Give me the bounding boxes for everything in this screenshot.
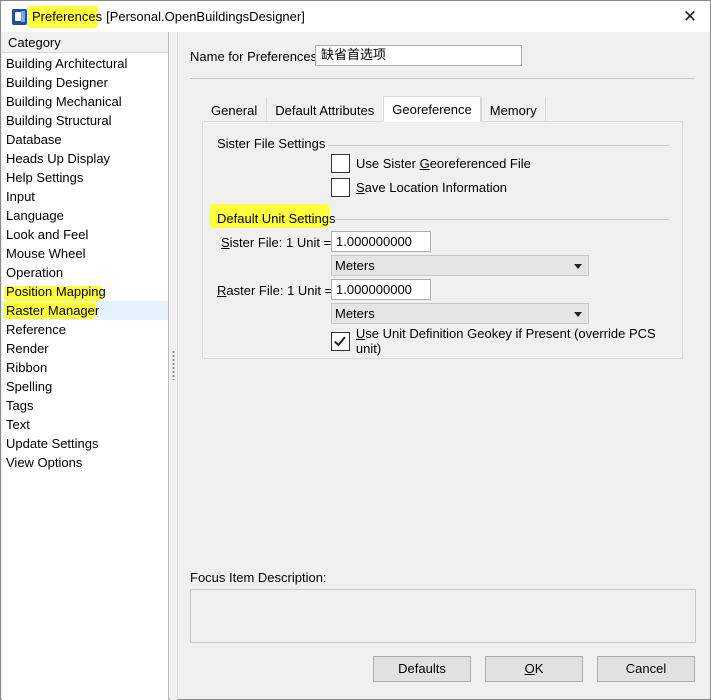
ok-button[interactable]: OK bbox=[485, 656, 583, 682]
save-location-label: Save Location Information bbox=[356, 180, 508, 195]
category-item-building-architectural[interactable]: Building Architectural bbox=[2, 54, 168, 73]
category-item-building-mechanical[interactable]: Building Mechanical bbox=[2, 92, 168, 111]
category-item-ribbon[interactable]: Ribbon bbox=[2, 358, 168, 377]
sister-units-value: Meters bbox=[335, 258, 375, 273]
app-icon bbox=[12, 9, 27, 25]
save-location-checkbox[interactable] bbox=[331, 178, 350, 197]
sister-file-settings-title: Sister File Settings bbox=[217, 136, 326, 151]
name-for-preferences-label: Name for Preferences: bbox=[190, 49, 321, 64]
category-panel: Category Building Architectural Building… bbox=[2, 32, 169, 700]
chevron-down-icon bbox=[574, 264, 582, 269]
tab-georeference[interactable]: Georeference bbox=[383, 96, 481, 122]
raster-units-value: Meters bbox=[335, 306, 375, 321]
category-item-tags[interactable]: Tags bbox=[2, 396, 168, 415]
defaults-button[interactable]: Defaults bbox=[373, 656, 471, 682]
sister-units-dropdown[interactable]: Meters bbox=[331, 255, 589, 276]
category-item-look-and-feel[interactable]: Look and Feel bbox=[2, 225, 168, 244]
category-item-building-designer[interactable]: Building Designer bbox=[2, 73, 168, 92]
tab-default-attributes[interactable]: Default Attributes bbox=[266, 97, 384, 122]
cancel-button[interactable]: Cancel bbox=[597, 656, 695, 682]
georeference-panel: Sister File Settings Use Sister Georefer… bbox=[202, 121, 683, 359]
category-header[interactable]: Category bbox=[2, 32, 168, 53]
raster-file-unit-label: Raster File: 1 Unit = bbox=[217, 283, 333, 298]
preferences-content: Name for Preferences: 缺省首选项 General Defa… bbox=[179, 32, 710, 700]
category-item-position-mapping[interactable]: Position Mapping bbox=[2, 282, 168, 301]
category-item-raster-manager[interactable]: Raster Manager bbox=[2, 301, 168, 320]
preferences-dialog: Preferences [Personal.OpenBuildingsDesign… bbox=[0, 0, 711, 700]
category-item-help-settings[interactable]: Help Settings bbox=[2, 168, 168, 187]
category-item-mouse-wheel[interactable]: Mouse Wheel bbox=[2, 244, 168, 263]
category-item-database[interactable]: Database bbox=[2, 130, 168, 149]
splitter-grip-icon bbox=[172, 350, 175, 380]
group-divider bbox=[335, 219, 669, 220]
category-item-operation[interactable]: Operation bbox=[2, 263, 168, 282]
focus-item-description-label: Focus Item Description: bbox=[190, 570, 327, 585]
panel-splitter[interactable] bbox=[170, 32, 178, 700]
raster-file-unit-input[interactable]: 1.000000000 bbox=[331, 279, 431, 300]
raster-units-dropdown[interactable]: Meters bbox=[331, 303, 589, 324]
use-geokey-checkbox[interactable] bbox=[331, 331, 350, 351]
separator bbox=[190, 78, 695, 79]
tab-general[interactable]: General bbox=[202, 97, 267, 122]
category-item-heads-up-display[interactable]: Heads Up Display bbox=[2, 149, 168, 168]
sister-file-unit-input[interactable]: 1.000000000 bbox=[331, 231, 431, 252]
category-item-reference[interactable]: Reference bbox=[2, 320, 168, 339]
category-item-language[interactable]: Language bbox=[2, 206, 168, 225]
chevron-down-icon bbox=[574, 312, 582, 317]
use-sister-georeferenced-checkbox[interactable] bbox=[331, 154, 350, 173]
group-divider bbox=[328, 145, 669, 146]
category-item-text[interactable]: Text bbox=[2, 415, 168, 434]
name-for-preferences-input[interactable]: 缺省首选项 bbox=[315, 45, 522, 66]
category-item-update-settings[interactable]: Update Settings bbox=[2, 434, 168, 453]
window-title-profile: [Personal.OpenBuildingsDesigner] bbox=[106, 9, 305, 24]
category-item-building-structural[interactable]: Building Structural bbox=[2, 111, 168, 130]
use-geokey-row[interactable]: Use Unit Definition Geokey if Present (o… bbox=[331, 326, 682, 356]
use-geokey-label: Use Unit Definition Geokey if Present (o… bbox=[355, 326, 656, 356]
use-sister-georeferenced-row[interactable]: Use Sister Georeferenced File bbox=[331, 154, 531, 173]
tab-memory[interactable]: Memory bbox=[480, 97, 546, 122]
category-item-input[interactable]: Input bbox=[2, 187, 168, 206]
close-icon: ✕ bbox=[682, 7, 698, 26]
category-item-render[interactable]: Render bbox=[2, 339, 168, 358]
save-location-row[interactable]: Save Location Information bbox=[331, 178, 507, 197]
category-item-spelling[interactable]: Spelling bbox=[2, 377, 168, 396]
focus-item-description-box bbox=[190, 589, 696, 643]
window-title-main: Preferences bbox=[32, 9, 103, 24]
close-button[interactable]: ✕ bbox=[680, 7, 700, 27]
title-bar: Preferences [Personal.OpenBuildingsDesign… bbox=[1, 1, 710, 32]
checkmark-icon bbox=[334, 333, 347, 346]
category-list: Building Architectural Building Designer… bbox=[2, 54, 168, 472]
window-title: Preferences [Personal.OpenBuildingsDesign… bbox=[32, 9, 305, 24]
sister-file-unit-label: Sister File: 1 Unit = bbox=[221, 235, 332, 250]
use-sister-georeferenced-label: Use Sister Georeferenced File bbox=[356, 156, 531, 171]
default-unit-settings-title: Default Unit Settings bbox=[217, 211, 336, 226]
tab-strip: General Default Attributes Georeference … bbox=[202, 96, 546, 122]
category-item-view-options[interactable]: View Options bbox=[2, 453, 168, 472]
